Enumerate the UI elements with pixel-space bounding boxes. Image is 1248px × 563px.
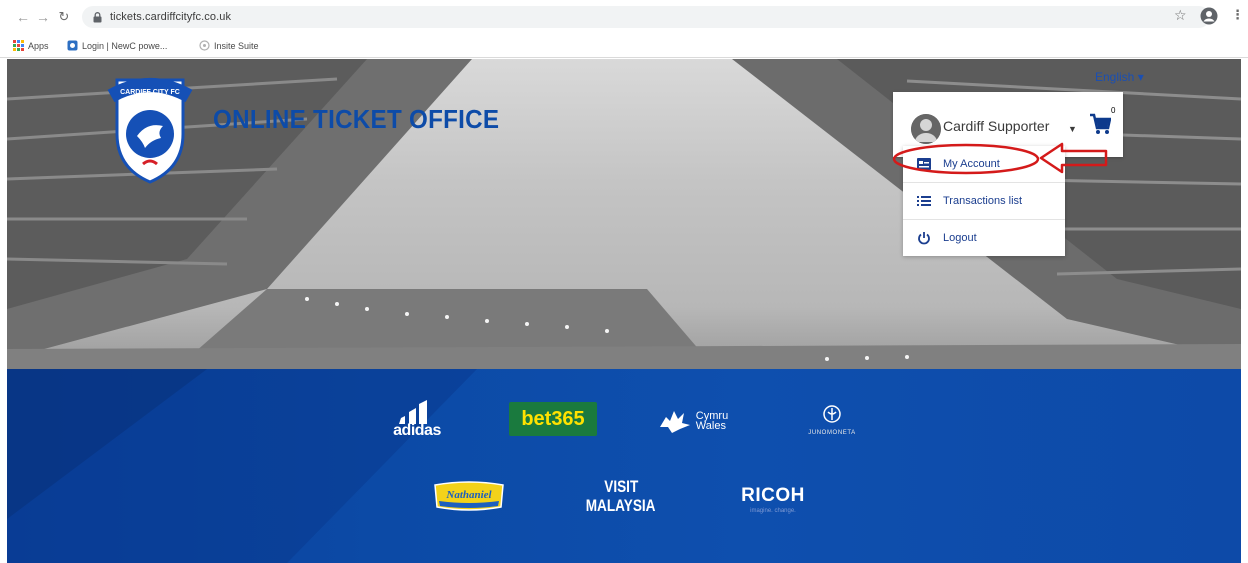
address-bar[interactable]: tickets.cardiffcityfc.co.uk bbox=[82, 6, 1210, 28]
language-selector[interactable]: English ▾ bbox=[1095, 70, 1144, 84]
caret-down-icon[interactable]: ▼ bbox=[1068, 124, 1077, 134]
page-title: ONLINE TICKET OFFICE bbox=[213, 104, 500, 134]
annotation-arrow-icon bbox=[1039, 142, 1108, 174]
forward-arrow-icon[interactable]: → bbox=[33, 7, 53, 27]
band-decoration bbox=[7, 369, 477, 563]
sponsor-text: adidas bbox=[393, 422, 441, 439]
cart-count-badge: 0 bbox=[1111, 106, 1116, 115]
language-label: English bbox=[1095, 70, 1135, 84]
menu-item-logout[interactable]: Logout bbox=[903, 220, 1065, 256]
bookmark-insite[interactable]: Insite Suite bbox=[199, 40, 259, 51]
sponsor-text: Nathaniel bbox=[445, 489, 492, 501]
lock-icon bbox=[90, 10, 104, 24]
reload-icon[interactable]: ↻ bbox=[54, 7, 74, 27]
browser-menu-icon[interactable]: ⋮ bbox=[1231, 7, 1244, 23]
bookmark-login[interactable]: Login | NewC powe... bbox=[67, 40, 167, 51]
sponsor-ricoh-logo[interactable]: RICOH imagine. change. bbox=[731, 481, 815, 517]
sponsor-text: RICOH bbox=[741, 484, 805, 506]
sponsors-band: adidas bet365 Cymru Wales JUNOMONETA Nat… bbox=[7, 369, 1241, 563]
bookmark-label: Insite Suite bbox=[214, 40, 259, 51]
juno-emblem-icon bbox=[823, 405, 841, 423]
bookmark-apps[interactable]: Apps bbox=[13, 40, 49, 51]
site-favicon-icon bbox=[67, 40, 78, 51]
list-icon bbox=[916, 193, 932, 209]
bookmarks-bar: Apps Login | NewC powe... Insite Suite bbox=[0, 34, 1248, 58]
power-icon bbox=[916, 230, 932, 246]
site-favicon-icon bbox=[199, 40, 210, 51]
profile-icon[interactable] bbox=[1199, 6, 1219, 26]
club-crest-logo[interactable]: CARDIFF CITY FC bbox=[107, 72, 193, 184]
sponsor-bet365-logo[interactable]: bet365 bbox=[509, 402, 597, 436]
menu-item-label: Transactions list bbox=[943, 195, 1023, 207]
user-name[interactable]: Cardiff Supporter bbox=[943, 118, 1049, 134]
annotation-ellipse bbox=[892, 143, 1040, 175]
url-text: tickets.cardiffcityfc.co.uk bbox=[110, 11, 232, 23]
apps-grid-icon bbox=[13, 40, 24, 51]
sponsor-tagline: imagine. change. bbox=[750, 507, 796, 514]
avatar[interactable] bbox=[911, 114, 941, 144]
sponsor-text: bet365 bbox=[521, 407, 585, 430]
bookmark-star-icon[interactable]: ☆ bbox=[1174, 7, 1187, 24]
sponsor-junomoneta-logo[interactable]: JUNOMONETA bbox=[777, 397, 887, 443]
menu-item-label: Logout bbox=[943, 232, 977, 244]
browser-toolbar: ← → ↻ tickets.cardiffcityfc.co.uk ☆ ⋮ bbox=[0, 0, 1248, 34]
sponsor-text: VISIT bbox=[603, 477, 638, 496]
chevron-down-icon: ▾ bbox=[1137, 70, 1144, 84]
sponsor-text: JUNOMONETA bbox=[808, 430, 856, 436]
sponsor-visit-wales-logo[interactable]: Cymru Wales bbox=[647, 404, 739, 438]
sponsor-text: MALAYSIA bbox=[586, 496, 656, 515]
menu-item-transactions[interactable]: Transactions list bbox=[903, 183, 1065, 219]
sponsor-adidas-logo[interactable]: adidas bbox=[385, 396, 449, 442]
back-arrow-icon[interactable]: ← bbox=[13, 7, 33, 27]
sponsor-nathaniel-logo[interactable]: Nathaniel bbox=[431, 479, 507, 513]
shopping-cart-icon[interactable] bbox=[1089, 110, 1111, 136]
bookmark-label: Apps bbox=[28, 40, 49, 51]
sponsor-visit-malaysia-logo[interactable]: VISIT MALAYSIA bbox=[583, 471, 659, 521]
sponsor-text: Wales bbox=[695, 420, 726, 432]
crest-text: CARDIFF CITY FC bbox=[120, 89, 180, 96]
bookmark-label: Login | NewC powe... bbox=[82, 40, 168, 51]
welsh-dragon-icon bbox=[659, 411, 690, 433]
